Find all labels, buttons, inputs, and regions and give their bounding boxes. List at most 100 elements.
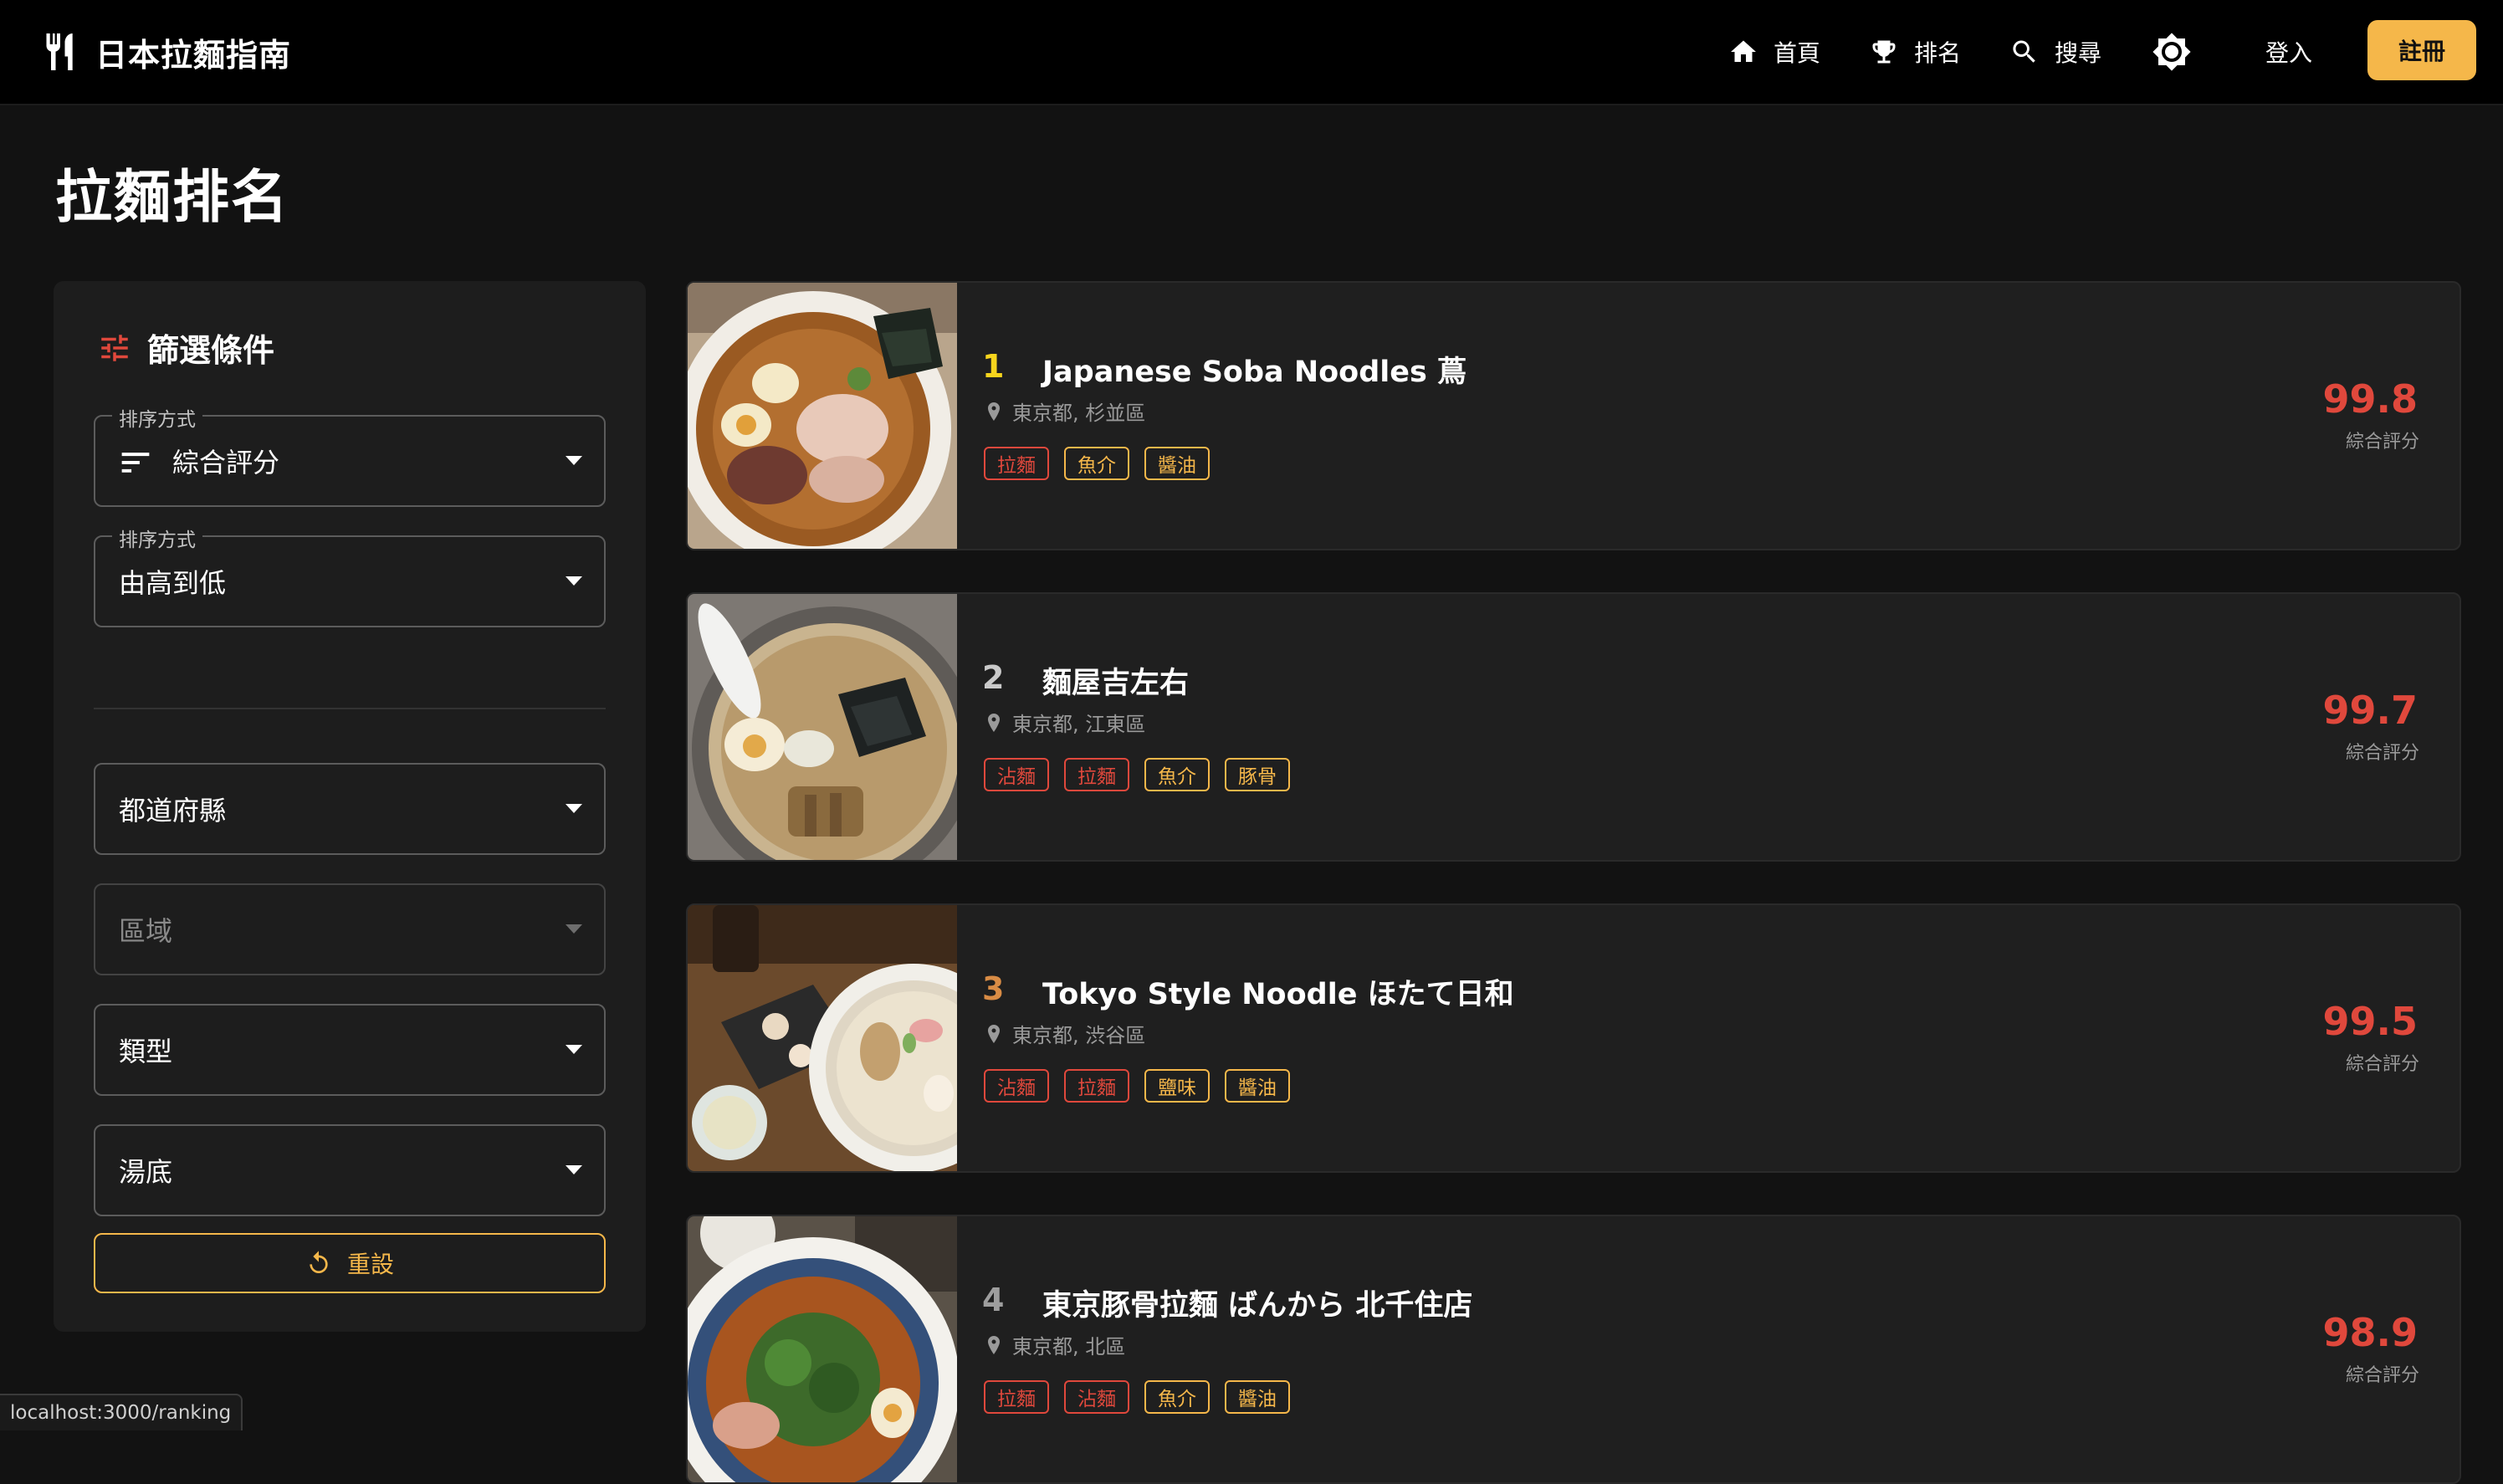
register-button[interactable]: 註冊 [2367,20,2476,80]
sort-order-select[interactable]: 排序方式 由高到低 [94,524,606,627]
sort-by-value: 綜合評分 [172,447,280,478]
dropdown-caret-icon [566,924,582,934]
ramen-photo [688,1216,957,1482]
prefecture-placeholder: 都道府縣 [119,795,227,826]
login-button[interactable]: 登入 [2255,25,2322,79]
ranking-card[interactable]: 1 Japanese Soba Noodles 蔦 東京都, 杉並區 拉麵 魚介… [686,281,2461,550]
shop-name[interactable]: 麵屋吉左右 [1042,659,1189,702]
dropdown-caret-icon [566,456,582,465]
top-app-bar: 日本拉麵指南 首頁 排名 搜尋 登入 註冊 [0,0,2503,105]
filter-header: 篩選條件 [97,325,274,371]
tag-list: 沾麵 拉麵 魚介 豚骨 [984,758,1305,791]
nav-home-label: 首頁 [1774,39,1821,67]
shop-name[interactable]: Japanese Soba Noodles 蔦 [1042,348,1466,391]
restaurant-icon [46,33,73,70]
reset-button[interactable]: 重設 [94,1233,606,1293]
restart-icon [310,1251,328,1273]
filter-title: 篩選條件 [147,332,275,369]
score-value: 99.8 [2322,376,2419,422]
rank-number: 1 [982,348,1005,385]
ranking-card[interactable]: 2 麵屋吉左右 東京都, 江東區 沾麵 拉麵 魚介 豚骨 99.7 綜合評分 [686,592,2461,862]
type-select[interactable]: 類型 [94,1004,606,1096]
location: 東京都, 北區 [985,1330,1125,1359]
type-placeholder: 類型 [119,1036,173,1067]
page-title: 拉麵排名 [55,165,290,231]
dropdown-caret-icon [566,804,582,813]
tag-list: 拉麵 沾麵 魚介 醬油 [984,1380,1305,1414]
sort-icon [121,453,150,473]
filter-panel: 篩選條件 排序方式 綜合評分 排序方式 由高到低 都道府縣 區域 類型 湯底 重… [54,281,646,1332]
score-value: 99.7 [2322,688,2419,733]
ramen-photo [688,594,957,860]
location-text: 東京都, 北區 [1012,1335,1126,1359]
tune-icon [101,334,128,361]
broth-placeholder: 湯底 [119,1156,173,1188]
shop-name[interactable]: Tokyo Style Noodle ほたて日和 [1042,970,1514,1013]
tag: 鹽味 [1144,1069,1210,1103]
ranking-card[interactable]: 4 東京豚骨拉麵 ばんから 北千住店 東京都, 北區 拉麵 沾麵 魚介 醬油 9… [686,1215,2461,1484]
score-label: 綜合評分 [2345,432,2419,453]
ramen-photo [688,283,957,549]
location: 東京都, 杉並區 [985,397,1145,426]
tag: 魚介 [1064,447,1129,480]
tag: 拉麵 [984,447,1049,480]
nav-ranking[interactable]: 排名 [1869,25,1961,79]
brightness-icon[interactable] [2152,32,2192,72]
area-select[interactable]: 區域 [94,883,606,975]
location-pin-icon [988,1335,1000,1354]
location-pin-icon [988,1024,1000,1043]
location-pin-icon [988,713,1000,732]
filter-divider [94,708,606,709]
rank-number: 3 [982,970,1005,1007]
tag: 魚介 [1144,1380,1210,1414]
score-label: 綜合評分 [2345,1365,2419,1386]
tag: 沾麵 [984,758,1049,791]
rank-number: 2 [982,659,1005,696]
home-icon [1731,40,1756,62]
prefecture-select[interactable]: 都道府縣 [94,763,606,855]
tag: 豚骨 [1225,758,1290,791]
rank-number: 4 [982,1282,1005,1318]
nav-search-label: 搜尋 [2055,39,2102,67]
score-value: 98.9 [2322,1310,2419,1355]
tag: 拉麵 [1064,1069,1129,1103]
location-text: 東京都, 杉並區 [1012,402,1146,425]
tag: 醬油 [1144,447,1210,480]
status-bar-url: localhost:3000/ranking [0,1394,243,1430]
sort-order-value: 由高到低 [119,567,227,599]
nav-search[interactable]: 搜尋 [2009,25,2101,79]
nav-home[interactable]: 首頁 [1728,25,1820,79]
tag: 拉麵 [984,1380,1049,1414]
nav-ranking-label: 排名 [1914,39,1962,67]
score-label: 綜合評分 [2345,1054,2419,1075]
tag: 魚介 [1144,758,1210,791]
location: 東京都, 江東區 [985,708,1145,737]
tag: 醬油 [1225,1380,1290,1414]
location-pin-icon [988,402,1000,421]
ranking-card[interactable]: 3 Tokyo Style Noodle ほたて日和 東京都, 渋谷區 沾麵 拉… [686,903,2461,1173]
score-value: 99.5 [2322,999,2419,1044]
brand-title: 日本拉麵指南 [95,36,292,74]
score-label: 綜合評分 [2345,743,2419,764]
trophy-icon [1872,40,1896,64]
ramen-photo [688,905,957,1171]
tag: 拉麵 [1064,758,1129,791]
search-icon [2013,40,2035,63]
dropdown-caret-icon [566,576,582,586]
broth-select[interactable]: 湯底 [94,1124,606,1216]
tag: 沾麵 [984,1069,1049,1103]
tag: 沾麵 [1064,1380,1129,1414]
brand-link[interactable]: 日本拉麵指南 [42,25,291,79]
tag-list: 沾麵 拉麵 鹽味 醬油 [984,1069,1305,1103]
shop-name[interactable]: 東京豚骨拉麵 ばんから 北千住店 [1042,1282,1472,1324]
location-text: 東京都, 江東區 [1012,713,1146,736]
reset-label: 重設 [346,1251,394,1278]
dropdown-caret-icon [566,1165,582,1174]
tag-list: 拉麵 魚介 醬油 [984,447,1225,480]
location: 東京都, 渋谷區 [985,1019,1145,1048]
sort-by-select[interactable]: 排序方式 綜合評分 [94,403,606,507]
tag: 醬油 [1225,1069,1290,1103]
dropdown-caret-icon [566,1045,582,1054]
area-placeholder: 區域 [119,915,173,947]
location-text: 東京都, 渋谷區 [1012,1024,1146,1047]
